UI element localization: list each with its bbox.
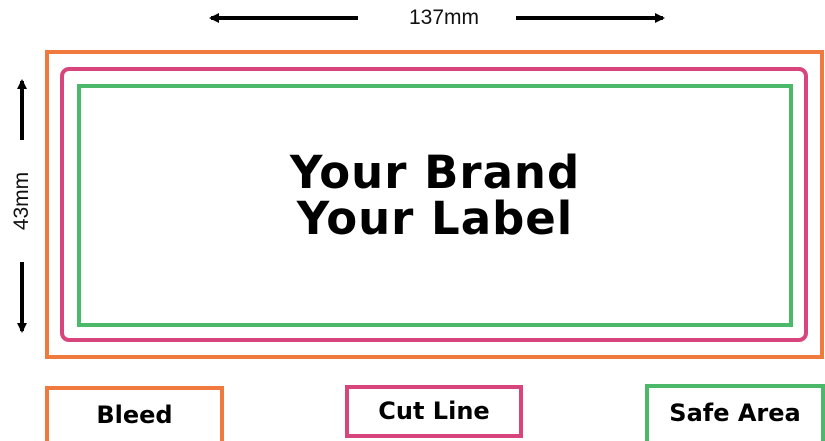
legend-cut-line-label: Cut Line [378,397,490,425]
label-line: Your Label [296,192,574,245]
width-dimension-label: 137mm [408,6,480,29]
legend-safe-area: Safe Area [645,384,825,441]
label-placeholder-text: Your Brand Your Label [77,150,793,242]
brand-line: Your Brand [289,146,581,199]
legend-bleed: Bleed [45,386,224,441]
legend-cut-line: Cut Line [345,385,523,438]
legend-safe-area-label: Safe Area [669,399,801,427]
height-dimension-label: 43mm [10,171,33,231]
legend-bleed-label: Bleed [96,401,173,429]
